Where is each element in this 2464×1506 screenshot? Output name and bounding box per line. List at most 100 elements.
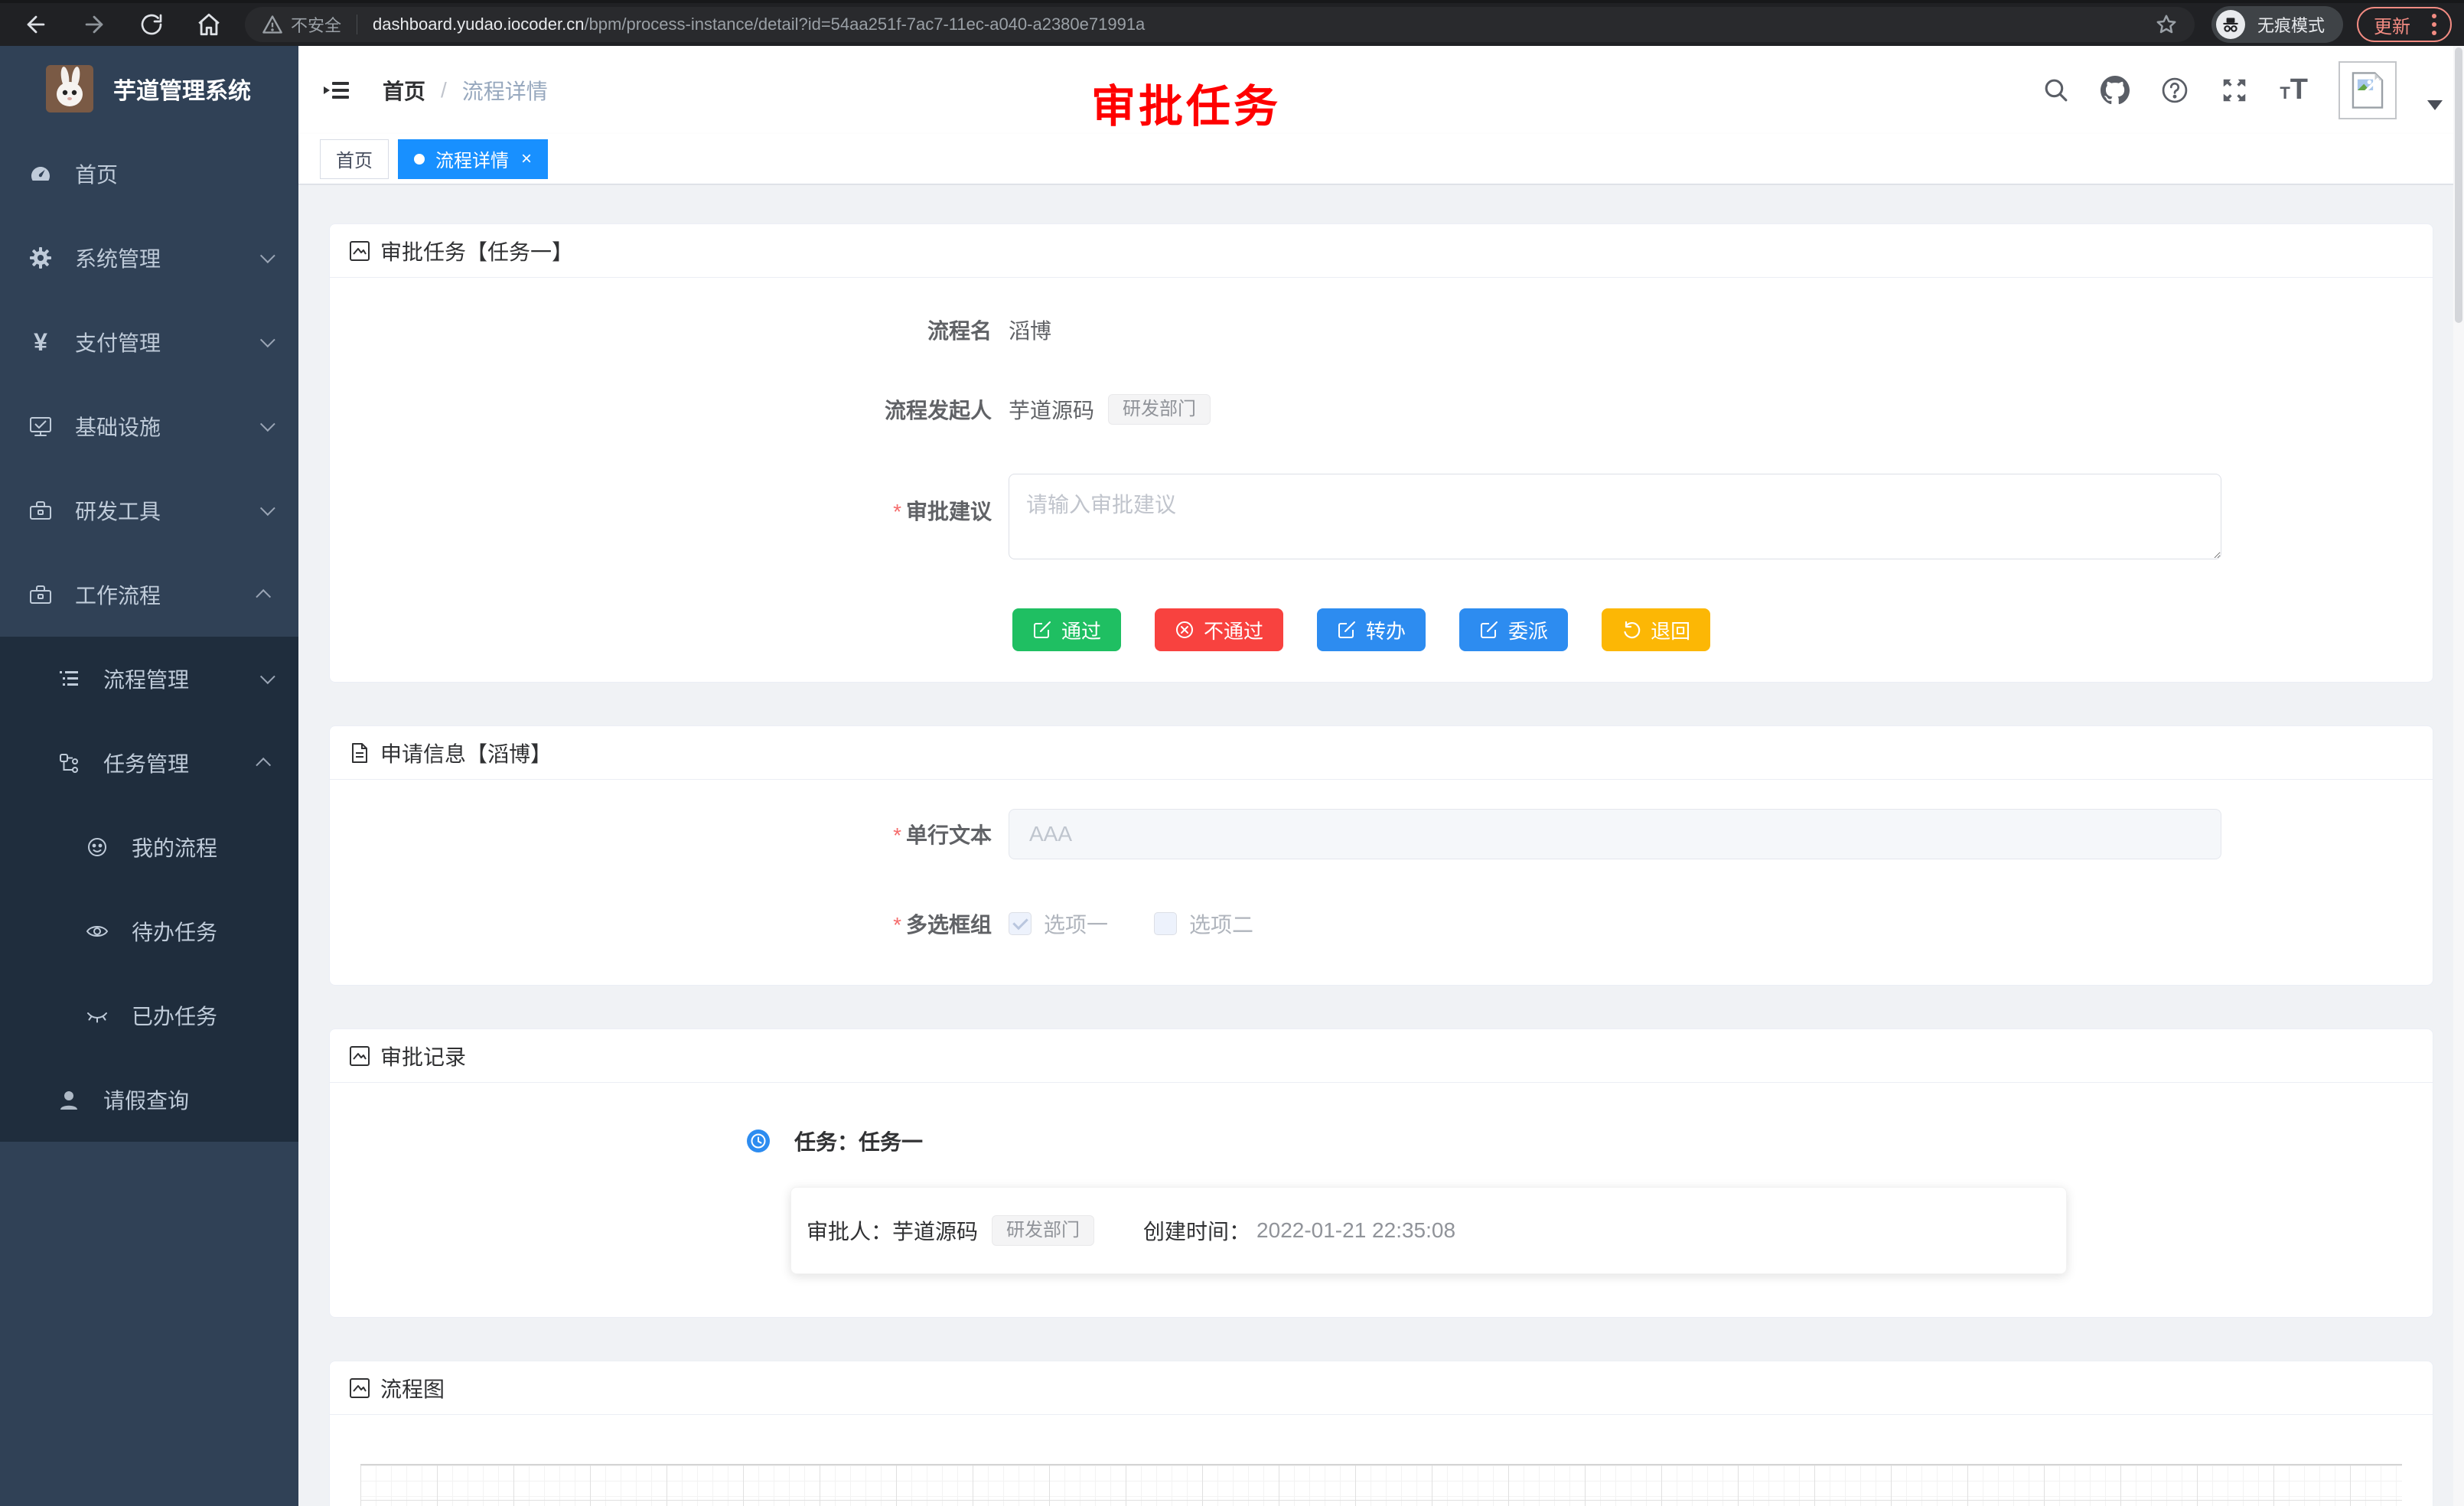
sidebar-item-leave-query[interactable]: 请假查询 — [0, 1058, 298, 1142]
sidebar-item-workflow[interactable]: 工作流程 — [0, 553, 298, 637]
not-secure-icon — [262, 14, 283, 35]
sidebar-item-home[interactable]: 首页 — [0, 132, 298, 216]
sidebar-item-process-mgmt[interactable]: 流程管理 — [0, 637, 298, 721]
initiator-value: 芋道源码 研发部门 — [1009, 394, 1211, 425]
fullscreen-icon[interactable] — [2220, 76, 2249, 105]
help-icon[interactable] — [2160, 76, 2189, 105]
url-text[interactable]: dashboard.yudao.iocoder.cn/bpm/process-i… — [373, 15, 2155, 34]
return-button[interactable]: 退回 — [1602, 608, 1710, 651]
tab-home[interactable]: 首页 — [320, 139, 389, 179]
breadcrumb: 首页 / 流程详情 — [383, 75, 548, 106]
sidebar-item-label: 首页 — [75, 158, 118, 189]
initiator-row: 流程发起人 芋道源码 研发部门 — [330, 394, 2433, 425]
sidebar-item-label: 待办任务 — [132, 916, 217, 947]
toolbox-icon — [28, 582, 54, 607]
chevron-down-icon — [260, 669, 275, 684]
address-bar[interactable]: 不安全 dashboard.yudao.iocoder.cn/bpm/proce… — [245, 7, 2195, 42]
approval-task-card: 审批任务【任务一】 流程名 滔博 流程发起人 芋道源码 研发部门 *审批建议 — [329, 223, 2433, 683]
top-navbar: 首页 / 流程详情 审批任务 TT — [298, 46, 2464, 134]
sidebar-item-label: 任务管理 — [103, 748, 189, 778]
tab-process-detail[interactable]: 流程详情 × — [398, 139, 548, 179]
dept-tag: 研发部门 — [1108, 394, 1211, 425]
font-size-icon[interactable]: TT — [2280, 77, 2308, 103]
search-icon[interactable] — [2042, 77, 2070, 104]
bpmn-diagram-canvas[interactable] — [360, 1464, 2402, 1506]
sidebar-item-task-mgmt[interactable]: 任务管理 — [0, 721, 298, 805]
dashboard-icon — [28, 161, 54, 186]
tree-icon — [56, 751, 82, 774]
browser-menu-icon[interactable] — [2426, 14, 2443, 35]
sidebar-item-payment[interactable]: ¥ 支付管理 — [0, 300, 298, 384]
picture-icon — [348, 1377, 371, 1400]
apply-card-header: 申请信息【滔博】 — [330, 726, 2433, 780]
diagram-card-header: 流程图 — [330, 1361, 2433, 1415]
created-time-label: 创建时间： — [1143, 1215, 1250, 1246]
browser-toolbar: 不安全 dashboard.yudao.iocoder.cn/bpm/proce… — [0, 0, 2464, 46]
breadcrumb-separator: / — [441, 78, 447, 103]
security-label[interactable]: 不安全 — [291, 12, 341, 37]
github-icon[interactable] — [2101, 76, 2130, 105]
process-diagram-card: 流程图 — [329, 1361, 2433, 1506]
sidebar-toggle-icon[interactable] — [323, 78, 350, 103]
app-title: 芋道管理系统 — [113, 72, 251, 106]
checkbox-checked-icon — [1009, 912, 1032, 935]
yen-icon: ¥ — [28, 328, 54, 357]
process-name-label: 流程名 — [330, 315, 1009, 345]
sidebar-item-label: 支付管理 — [75, 327, 161, 357]
person-icon — [56, 1088, 82, 1111]
scrollbar-thumb[interactable] — [2455, 47, 2462, 323]
reject-button[interactable]: 不通过 — [1155, 608, 1283, 651]
browser-back-icon[interactable] — [23, 11, 49, 37]
list-icon — [56, 667, 82, 690]
sidebar-item-infra[interactable]: 基础设施 — [0, 384, 298, 468]
chevron-up-icon — [256, 758, 271, 773]
sidebar-item-system[interactable]: 系统管理 — [0, 216, 298, 300]
breadcrumb-home[interactable]: 首页 — [383, 75, 425, 106]
sidebar-item-label: 基础设施 — [75, 411, 161, 442]
card-title: 流程图 — [380, 1373, 445, 1403]
transfer-button[interactable]: 转办 — [1317, 608, 1426, 651]
single-text-row: *单行文本 — [330, 809, 2433, 859]
gear-icon — [28, 246, 54, 270]
close-tab-icon[interactable]: × — [521, 150, 532, 168]
required-asterisk: * — [893, 500, 901, 523]
chevron-up-icon — [256, 589, 271, 605]
sidebar-item-done-tasks[interactable]: 已办任务 — [0, 973, 298, 1058]
sidebar-item-label: 流程管理 — [103, 663, 189, 694]
sidebar: 芋道管理系统 首页 系统管理 ¥ 支付管理 基础设施 研发工具 — [0, 46, 298, 1506]
workflow-submenu: 流程管理 任务管理 我的流程 待办任务 已办任务 — [0, 637, 298, 1142]
apply-info-card: 申请信息【滔博】 *单行文本 *多选框组 选项一 选项二 — [329, 725, 2433, 986]
incognito-badge: 无痕模式 — [2211, 6, 2343, 43]
suggestion-textarea[interactable] — [1009, 474, 2221, 559]
approval-record-card: 审批记录 任务：任务一 审批人： 芋道源码 研发部门 创建时间： 2022-01… — [329, 1028, 2433, 1318]
suggestion-label: *审批建议 — [330, 474, 1009, 526]
sidebar-item-todo-tasks[interactable]: 待办任务 — [0, 889, 298, 973]
sidebar-item-my-process[interactable]: 我的流程 — [0, 805, 298, 889]
approval-actions: 通过 不通过 转办 委派 退回 — [1012, 608, 2433, 651]
eye-open-icon — [84, 919, 110, 944]
active-tab-dot-icon — [414, 154, 425, 165]
avatar-dropdown-caret-icon[interactable] — [2427, 100, 2443, 110]
sidebar-item-label: 已办任务 — [132, 1000, 217, 1031]
sidebar-item-label: 工作流程 — [75, 579, 161, 610]
app-logo-row: 芋道管理系统 — [0, 46, 298, 132]
task-title: 任务：任务一 — [794, 1126, 923, 1156]
browser-forward-icon[interactable] — [81, 11, 107, 37]
page-scrollbar[interactable] — [2453, 46, 2464, 1506]
single-text-label: *单行文本 — [330, 819, 1009, 849]
bookmark-star-icon[interactable] — [2155, 13, 2178, 36]
tags-view-bar: 首页 流程详情 × — [298, 134, 2464, 184]
delegate-button[interactable]: 委派 — [1459, 608, 1568, 651]
initiator-label: 流程发起人 — [330, 394, 1009, 425]
picture-icon — [348, 1045, 371, 1068]
single-text-input — [1009, 809, 2221, 859]
avatar[interactable] — [2339, 61, 2397, 119]
sidebar-item-devtools[interactable]: 研发工具 — [0, 468, 298, 553]
required-asterisk: * — [893, 823, 901, 847]
browser-reload-icon[interactable] — [139, 12, 164, 37]
approve-button[interactable]: 通过 — [1012, 608, 1121, 651]
chevron-down-icon — [260, 416, 275, 432]
browser-update-button[interactable]: 更新 — [2357, 7, 2452, 42]
browser-home-icon[interactable] — [196, 11, 222, 37]
clock-icon — [747, 1130, 770, 1152]
